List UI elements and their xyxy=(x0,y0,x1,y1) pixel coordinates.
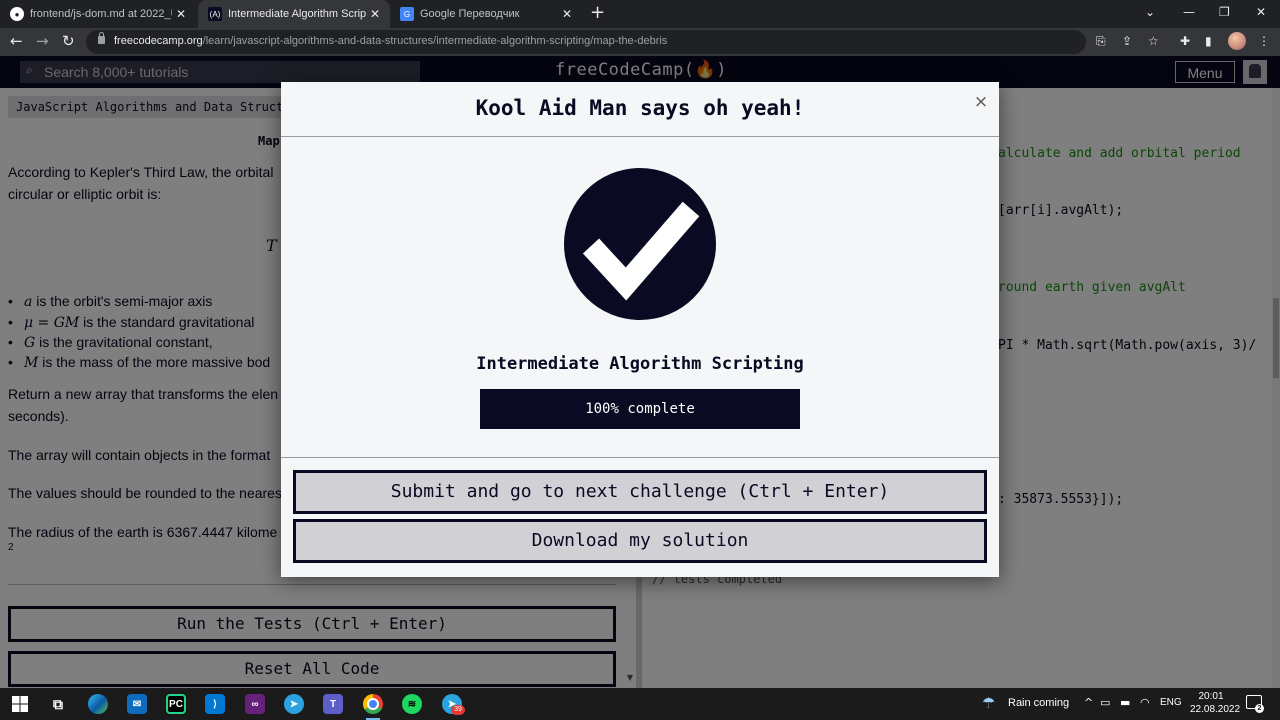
telegram-unread-badge: 39 xyxy=(451,705,465,715)
tab-github[interactable]: ● frontend/js-dom.md at 2022_UA ✕ xyxy=(0,0,196,28)
side-panel-icon[interactable]: ▮ xyxy=(1205,34,1212,48)
tab-title: Intermediate Algorithm Scripting xyxy=(228,8,366,20)
tab-google-translate[interactable]: G Google Переводчик ✕ xyxy=(390,0,582,28)
google-translate-icon: G xyxy=(400,7,414,21)
github-icon: ● xyxy=(10,7,24,21)
vscode-icon[interactable]: ⟩ xyxy=(205,694,225,714)
teams-icon[interactable]: T xyxy=(323,694,343,714)
reload-icon[interactable]: ↻ xyxy=(62,32,75,50)
task-view-icon[interactable]: ⧉ xyxy=(48,694,68,714)
weather-text[interactable]: Rain coming xyxy=(1008,697,1069,709)
bookmark-star-icon[interactable]: ☆ xyxy=(1148,34,1159,48)
progress-label: 100% complete xyxy=(585,401,695,417)
modal-title: Kool Aid Man says oh yeah! xyxy=(475,96,805,120)
completion-modal: Kool Aid Man says oh yeah! × Intermediat… xyxy=(281,82,999,577)
chrome-menu-icon[interactable]: ⋮ xyxy=(1258,34,1270,48)
clock-time: 20:01 xyxy=(1198,691,1224,702)
clock[interactable]: 20:01 22.08.2022 xyxy=(1190,690,1241,716)
tab-search-icon[interactable]: ⌄ xyxy=(1145,5,1155,19)
edge-icon[interactable] xyxy=(88,694,108,714)
chrome-icon[interactable] xyxy=(363,694,383,714)
tab-freecodecamp[interactable]: (A) Intermediate Algorithm Scripting ✕ xyxy=(198,0,390,28)
pycharm-icon[interactable]: PC xyxy=(166,694,186,714)
back-icon[interactable]: ← xyxy=(10,32,23,50)
tab-title: Google Переводчик xyxy=(420,8,520,20)
network-device-icon[interactable]: ▭ xyxy=(1100,696,1110,709)
show-hidden-icons-icon[interactable]: ^ xyxy=(1084,696,1093,709)
language-indicator[interactable]: ENG xyxy=(1160,697,1182,708)
download-solution-button[interactable]: Download my solution xyxy=(293,519,987,563)
battery-icon[interactable]: ▬ xyxy=(1120,696,1130,709)
close-icon[interactable]: × xyxy=(971,92,991,112)
block-name: Intermediate Algorithm Scripting xyxy=(476,354,804,374)
wifi-icon[interactable]: ◠ xyxy=(1140,696,1150,709)
lock-icon xyxy=(98,32,105,44)
profile-avatar[interactable] xyxy=(1228,32,1246,50)
minimize-icon[interactable]: — xyxy=(1183,5,1195,19)
mail-icon[interactable]: ✉ xyxy=(127,694,147,714)
divider xyxy=(281,457,999,458)
windows-taskbar: ⧉ ✉ PC ⟩ ∞ ➤ T ≋ ➤ 39 ☂ Rain coming ^ ▭ … xyxy=(0,688,1280,720)
freecodecamp-icon: (A) xyxy=(208,7,222,21)
rain-cloud-icon[interactable]: ☂ xyxy=(982,694,995,712)
windows-start-icon[interactable] xyxy=(10,694,30,714)
tab-title: frontend/js-dom.md at 2022_UA xyxy=(30,8,172,20)
divider xyxy=(281,136,999,137)
close-tab-icon[interactable]: ✕ xyxy=(558,7,576,21)
close-tab-icon[interactable]: ✕ xyxy=(172,7,190,21)
translate-page-icon[interactable]: ⎘ xyxy=(1096,34,1106,49)
submit-next-button[interactable]: Submit and go to next challenge (Ctrl + … xyxy=(293,470,987,514)
visual-studio-icon[interactable]: ∞ xyxy=(245,694,265,714)
extensions-icon[interactable]: ✚ xyxy=(1180,34,1190,48)
share-icon[interactable]: ⇪ xyxy=(1122,34,1132,48)
browser-tab-strip: ● frontend/js-dom.md at 2022_UA ✕ (A) In… xyxy=(0,0,1280,28)
restore-icon[interactable]: ❐ xyxy=(1219,5,1230,19)
forward-icon[interactable]: → xyxy=(36,32,49,50)
url-text: freecodecamp.org/learn/javascript-algori… xyxy=(114,35,668,47)
telegram-icon[interactable]: ➤ xyxy=(284,694,304,714)
close-window-icon[interactable]: ✕ xyxy=(1256,5,1266,19)
notification-count: 2 xyxy=(1255,704,1264,713)
close-tab-icon[interactable]: ✕ xyxy=(366,7,384,21)
browser-toolbar: ← → ↻ freecodecamp.org/learn/javascript-… xyxy=(0,28,1280,56)
progress-bar: 100% complete xyxy=(480,389,800,429)
clock-date: 22.08.2022 xyxy=(1190,704,1241,715)
spotify-icon[interactable]: ≋ xyxy=(402,694,422,714)
address-bar[interactable]: freecodecamp.org/learn/javascript-algori… xyxy=(86,30,1086,54)
new-tab-button[interactable]: + xyxy=(590,4,605,22)
check-circle-icon xyxy=(564,168,716,320)
